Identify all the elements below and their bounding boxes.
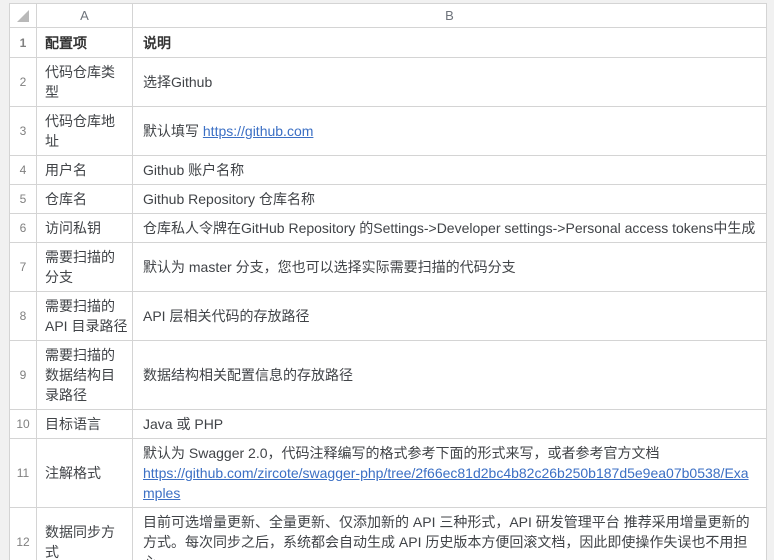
cell-a-text: 数据同步方式 xyxy=(45,524,115,560)
table-row: 6 访问私钥 仓库私人令牌在GitHub Repository 的Settings-… xyxy=(10,214,767,243)
row-number[interactable]: 7 xyxy=(10,243,37,292)
cell-link[interactable]: https://github.com xyxy=(203,121,314,141)
cell-b-content: API 层相关代码的存放路径 xyxy=(143,306,760,326)
table-row: 5 仓库名 Github Repository 仓库名称 xyxy=(10,185,767,214)
cell-a[interactable]: 代码仓库地址 xyxy=(37,107,133,156)
cell-b-content: Github Repository 仓库名称 xyxy=(143,189,760,209)
table-row: 10 目标语言 Java 或 PHP xyxy=(10,410,767,439)
table-row: 7 需要扫描的分支 默认为 master 分支，您也可以选择实际需要扫描的代码分支 xyxy=(10,243,767,292)
cell-a-text: 代码仓库类型 xyxy=(45,64,115,100)
cell-b-content: 数据结构相关配置信息的存放路径 xyxy=(143,365,760,385)
cell-b-content: Github 账户名称 xyxy=(143,160,760,180)
row-number[interactable]: 12 xyxy=(10,508,37,560)
cell-a-text: 代码仓库地址 xyxy=(45,113,115,149)
cell-a[interactable]: 代码仓库类型 xyxy=(37,58,133,107)
spreadsheet: A B 1 配置项 说明 2 代码仓库类型 选择Github 3 代码仓库地址 默认填写 htt… xyxy=(9,3,767,560)
cell-a[interactable]: 配置项 xyxy=(37,28,133,58)
cell-b[interactable]: 说明 xyxy=(133,28,767,58)
cell-text: 默认为 Swagger 2.0，代码注释编写的格式参考下面的形式来写，或者参考官… xyxy=(143,445,660,461)
cell-b-content: 仓库私人令牌在GitHub Repository 的Settings->Deve… xyxy=(143,218,760,238)
cell-text: 仓库私人令牌在GitHub Repository 的Settings->Deve… xyxy=(143,220,756,236)
cell-a-text: 目标语言 xyxy=(45,416,101,432)
cell-text: 说明 xyxy=(143,34,171,51)
cell-b-content: 默认为 master 分支，您也可以选择实际需要扫描的代码分支 xyxy=(143,257,760,277)
column-header-row: A B xyxy=(10,4,767,28)
table-row: 8 需要扫描的 API 目录路径 API 层相关代码的存放路径 xyxy=(10,292,767,341)
cell-a-text: 注解格式 xyxy=(45,465,101,481)
cell-a-text: 配置项 xyxy=(45,34,87,51)
row-number[interactable]: 2 xyxy=(10,58,37,107)
column-header-a[interactable]: A xyxy=(37,4,133,28)
row-number[interactable]: 9 xyxy=(10,341,37,410)
cell-a[interactable]: 仓库名 xyxy=(37,185,133,214)
cell-link[interactable]: https://github.com/zircote/swagger-php/t… xyxy=(143,463,760,503)
row-number[interactable]: 11 xyxy=(10,439,37,508)
table-row: 4 用户名 Github 账户名称 xyxy=(10,156,767,185)
table-row: 12 数据同步方式 目前可选增量更新、全量更新、仅添加新的 API 三种形式，API… xyxy=(10,508,767,560)
cell-text: 默认填写 xyxy=(143,123,203,139)
cell-b[interactable]: API 层相关代码的存放路径 xyxy=(133,292,767,341)
cell-a-text: 需要扫描的数据结构目录路径 xyxy=(45,347,115,403)
select-all-triangle-icon xyxy=(17,9,29,22)
cell-a-text: 仓库名 xyxy=(45,191,87,207)
table-row: 2 代码仓库类型 选择Github xyxy=(10,58,767,107)
cell-text: Github 账户名称 xyxy=(143,162,245,178)
cell-a[interactable]: 需要扫描的分支 xyxy=(37,243,133,292)
cell-a[interactable]: 用户名 xyxy=(37,156,133,185)
cell-a-text: 需要扫描的分支 xyxy=(45,249,115,285)
cell-text: Github Repository 仓库名称 xyxy=(143,191,315,207)
row-number[interactable]: 6 xyxy=(10,214,37,243)
cell-b-content: 目前可选增量更新、全量更新、仅添加新的 API 三种形式，API 研发管理平台 … xyxy=(143,512,760,560)
cell-text: 默认为 master 分支，您也可以选择实际需要扫描的代码分支 xyxy=(143,259,516,275)
row-number[interactable]: 4 xyxy=(10,156,37,185)
cell-b[interactable]: 默认为 master 分支，您也可以选择实际需要扫描的代码分支 xyxy=(133,243,767,292)
select-all-corner[interactable] xyxy=(10,4,37,28)
table-row: 3 代码仓库地址 默认填写 https://github.com xyxy=(10,107,767,156)
cell-a[interactable]: 需要扫描的 API 目录路径 xyxy=(37,292,133,341)
cell-b[interactable]: 仓库私人令牌在GitHub Repository 的Settings->Deve… xyxy=(133,214,767,243)
cell-b-content: 说明 xyxy=(143,33,760,53)
cell-a[interactable]: 需要扫描的数据结构目录路径 xyxy=(37,341,133,410)
cell-b[interactable]: 选择Github xyxy=(133,58,767,107)
cell-b[interactable]: Github 账户名称 xyxy=(133,156,767,185)
cell-b-content: Java 或 PHP xyxy=(143,414,760,434)
cell-b[interactable]: 数据结构相关配置信息的存放路径 xyxy=(133,341,767,410)
cell-b[interactable]: Github Repository 仓库名称 xyxy=(133,185,767,214)
cell-a[interactable]: 目标语言 xyxy=(37,410,133,439)
cell-text: Java 或 PHP xyxy=(143,416,224,432)
column-header-b[interactable]: B xyxy=(133,4,767,28)
row-number[interactable]: 1 xyxy=(10,28,37,58)
sheet-rows: 1 配置项 说明 2 代码仓库类型 选择Github 3 代码仓库地址 默认填写 https:/… xyxy=(10,28,767,560)
table-row: 9 需要扫描的数据结构目录路径 数据结构相关配置信息的存放路径 xyxy=(10,341,767,410)
cell-text: 目前可选增量更新、全量更新、仅添加新的 API 三种形式，API 研发管理平台 … xyxy=(143,514,750,560)
row-number[interactable]: 3 xyxy=(10,107,37,156)
cell-b-content: 默认为 Swagger 2.0，代码注释编写的格式参考下面的形式来写，或者参考官… xyxy=(143,443,760,503)
cell-b[interactable]: 默认填写 https://github.com xyxy=(133,107,767,156)
table-row: 1 配置项 说明 xyxy=(10,28,767,58)
cell-a-text: 需要扫描的 API 目录路径 xyxy=(45,298,128,334)
row-number[interactable]: 5 xyxy=(10,185,37,214)
cell-a-text: 访问私钥 xyxy=(45,220,101,236)
row-number[interactable]: 10 xyxy=(10,410,37,439)
cell-a[interactable]: 访问私钥 xyxy=(37,214,133,243)
cell-a[interactable]: 数据同步方式 xyxy=(37,508,133,560)
cell-text: 数据结构相关配置信息的存放路径 xyxy=(143,367,353,383)
cell-b[interactable]: 默认为 Swagger 2.0，代码注释编写的格式参考下面的形式来写，或者参考官… xyxy=(133,439,767,508)
cell-b-content: 默认填写 https://github.com xyxy=(143,121,760,141)
cell-text: 选择Github xyxy=(143,74,213,90)
cell-a-text: 用户名 xyxy=(45,162,87,178)
row-number[interactable]: 8 xyxy=(10,292,37,341)
cell-b[interactable]: 目前可选增量更新、全量更新、仅添加新的 API 三种形式，API 研发管理平台 … xyxy=(133,508,767,560)
cell-b[interactable]: Java 或 PHP xyxy=(133,410,767,439)
cell-b-content: 选择Github xyxy=(143,72,760,92)
cell-text: API 层相关代码的存放路径 xyxy=(143,308,310,324)
cell-a[interactable]: 注解格式 xyxy=(37,439,133,508)
table-row: 11 注解格式 默认为 Swagger 2.0，代码注释编写的格式参考下面的形式来写… xyxy=(10,439,767,508)
